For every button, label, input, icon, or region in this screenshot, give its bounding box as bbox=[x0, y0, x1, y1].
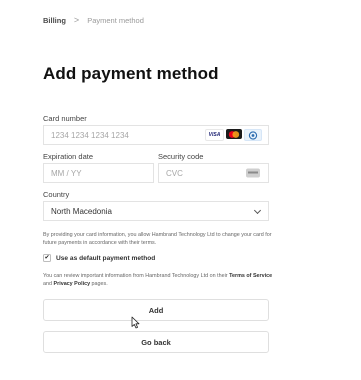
cvc-card-icon bbox=[246, 168, 260, 178]
breadcrumb: Billing > Payment method bbox=[43, 15, 144, 26]
visa-icon: VISA bbox=[205, 129, 224, 141]
breadcrumb-separator-icon: > bbox=[73, 15, 80, 25]
security-code-input[interactable]: CVC bbox=[158, 163, 269, 183]
expiration-input[interactable]: MM / YY bbox=[43, 163, 154, 183]
chevron-down-icon bbox=[253, 206, 262, 215]
terms-and: and bbox=[43, 281, 54, 288]
expiration-label: Expiration date bbox=[43, 152, 94, 161]
card-number-label: Card number bbox=[43, 114, 87, 123]
country-select[interactable]: North Macedonia bbox=[43, 201, 269, 221]
card-number-input[interactable]: 1234 1234 1234 1234 VISA bbox=[43, 125, 269, 145]
security-code-placeholder: CVC bbox=[166, 168, 183, 178]
add-button[interactable]: Add bbox=[43, 299, 269, 321]
default-payment-checkbox[interactable]: ✔ bbox=[43, 254, 51, 262]
card-brands: VISA bbox=[205, 129, 262, 141]
security-code-label: Security code bbox=[158, 152, 204, 161]
page-title: Add payment method bbox=[43, 64, 219, 83]
terms-prefix: You can review important information fro… bbox=[43, 273, 230, 279]
breadcrumb-current: Payment method bbox=[87, 16, 144, 25]
card-consent-text: By providing your card information, you … bbox=[43, 232, 272, 247]
country-value: North Macedonia bbox=[51, 206, 112, 216]
breadcrumb-billing-link[interactable]: Billing bbox=[43, 16, 66, 25]
default-payment-label[interactable]: Use as default payment method bbox=[56, 255, 155, 262]
terms-of-service-link[interactable]: Terms of Service bbox=[229, 273, 272, 279]
country-label: Country bbox=[43, 190, 70, 199]
payment-method-page: Billing > Payment method Add payment met… bbox=[0, 0, 361, 380]
mouse-cursor-icon bbox=[131, 316, 140, 329]
card-number-placeholder: 1234 1234 1234 1234 bbox=[51, 130, 129, 140]
expiration-placeholder: MM / YY bbox=[51, 168, 82, 178]
amex-icon bbox=[244, 129, 262, 141]
go-back-button[interactable]: Go back bbox=[43, 331, 269, 353]
privacy-policy-link[interactable]: Privacy Policy bbox=[54, 281, 91, 287]
terms-text: You can review important information fro… bbox=[43, 272, 273, 288]
mastercard-icon bbox=[226, 129, 242, 139]
default-payment-checkbox-row[interactable]: ✔ Use as default payment method bbox=[43, 254, 155, 262]
terms-suffix: pages. bbox=[90, 281, 108, 288]
